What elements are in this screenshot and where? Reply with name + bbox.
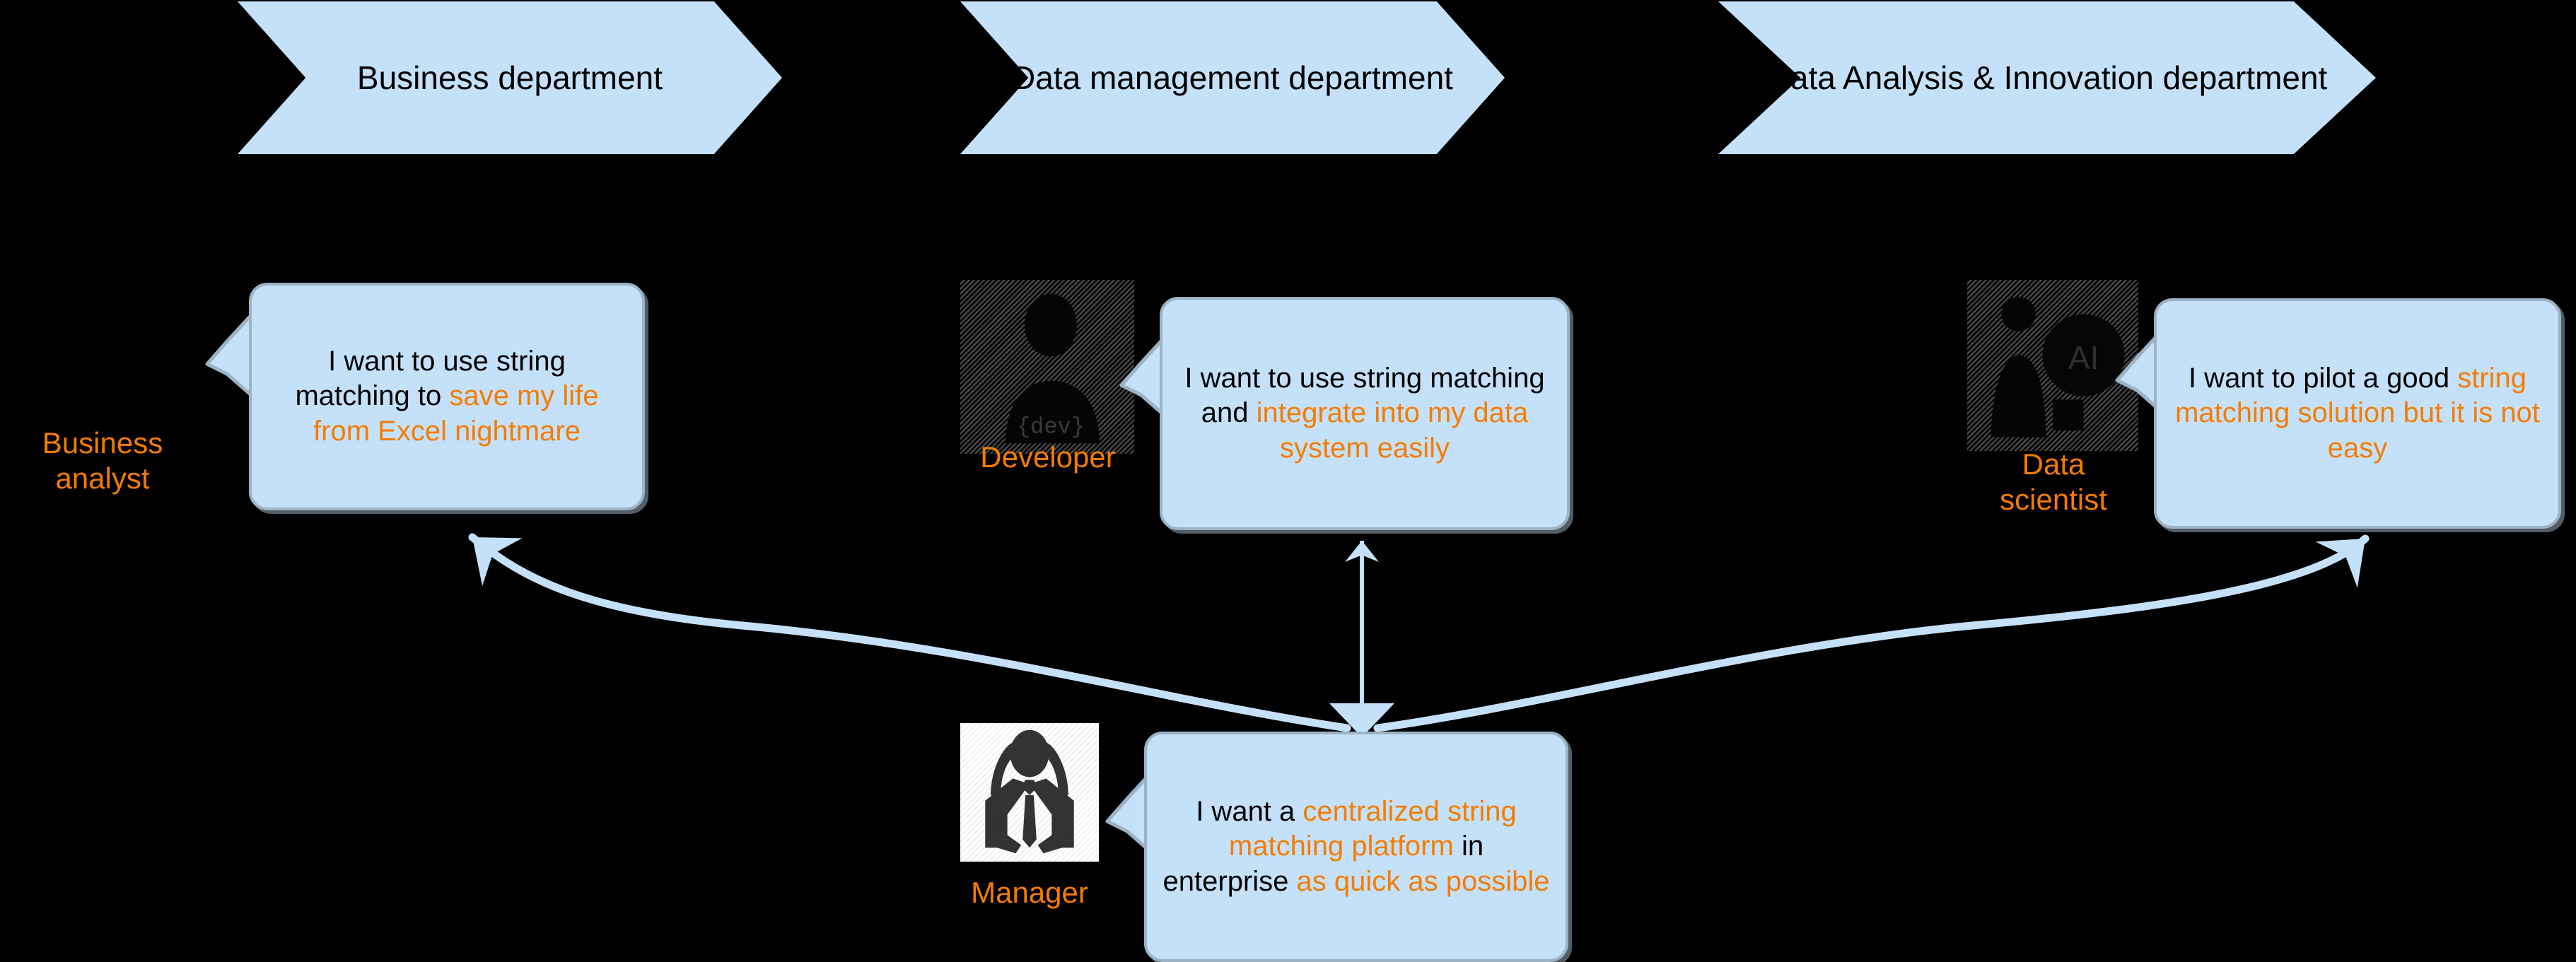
role-label-manager: Manager: [971, 876, 1088, 909]
speech-bubble-developer-text: I want to use string matching and integr…: [1162, 357, 1567, 470]
manager-avatar: [960, 723, 1099, 862]
connector-manager-to-data-scientist: [1373, 534, 2370, 732]
speech-bubble-manager-text: I want a centralized string matching pla…: [1147, 790, 1566, 903]
speech-bubble-data-scientist-text: I want to pilot a good string matching s…: [2157, 357, 2558, 470]
speech-bubble-data-scientist[interactable]: I want to pilot a good string matching s…: [2154, 298, 2561, 529]
diagram-canvas: Business department Data management depa…: [0, 0, 2576, 962]
svg-text:AI: AI: [2068, 339, 2099, 376]
department-banner-data-analysis[interactable]: Data Analysis & Innovation department: [1718, 1, 2376, 154]
department-banner-data-management[interactable]: Data management department: [960, 1, 1505, 154]
department-banner-data-management-label: Data management department: [1012, 59, 1453, 96]
role-label-developer: Developer: [980, 440, 1116, 474]
department-banner-data-analysis-label: Data Analysis & Innovation department: [1766, 59, 2328, 96]
developer-avatar: {dev}: [960, 280, 1134, 454]
quote-plain-3: I want to pilot a good: [2188, 363, 2458, 394]
role-label-data-scientist: Data scientist: [2000, 447, 2107, 516]
connector-manager-to-business-analyst: [468, 533, 1351, 732]
speech-bubble-business-analyst[interactable]: I want to use string matching to save my…: [249, 283, 645, 510]
svg-text:{dev}: {dev}: [1017, 413, 1085, 440]
role-label-business-analyst: Business analyst: [42, 426, 163, 495]
department-banner-business-label: Business department: [356, 59, 663, 96]
department-banner-business[interactable]: Business department: [238, 1, 782, 154]
speech-bubble-business-analyst-text: I want to use string matching to save my…: [252, 340, 642, 453]
speech-bubble-manager[interactable]: I want a centralized string matching pla…: [1144, 732, 1568, 962]
quote-highlight-4b: as quick as possible: [1296, 865, 1550, 897]
speech-bubble-developer[interactable]: I want to use string matching and integr…: [1160, 297, 1570, 530]
quote-highlight-2: integrate into my data system easily: [1256, 397, 1529, 464]
quote-plain-4a: I want a: [1196, 796, 1303, 828]
